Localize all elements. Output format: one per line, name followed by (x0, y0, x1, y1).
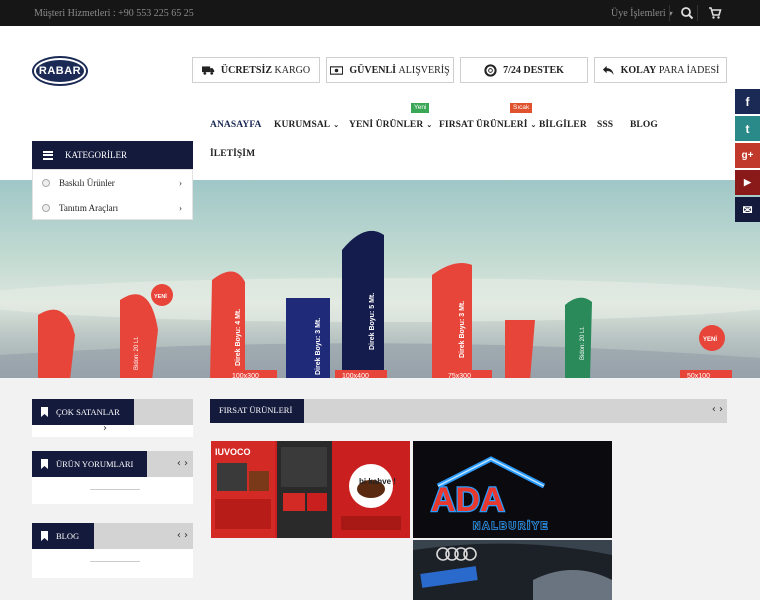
carousel-arrows[interactable]: ‹ › (177, 458, 188, 469)
categories-list: Baskılı Ürünler › Tanıtım Araçları › (32, 169, 193, 220)
carousel-arrows[interactable]: ‹ › (712, 404, 723, 415)
menu-icon (43, 150, 53, 160)
nav-new-products[interactable]: YENİ ÜRÜNLER ⌄ (349, 120, 432, 130)
bookmark-icon (41, 459, 48, 469)
product-brand: ADA (431, 481, 505, 519)
cart-icon[interactable] (708, 6, 722, 20)
product-card-car[interactable] (413, 540, 612, 600)
categories-title: KATEGORİLER (65, 150, 127, 160)
banner-flag-text: Direk Boyu: 3 Mt. (459, 301, 466, 358)
deals-tab[interactable]: FIRSAT ÜRÜNLERİ (210, 399, 304, 423)
chevron-right-icon: › (179, 178, 182, 188)
chevron-down-icon: ⌄ (333, 121, 340, 129)
nav-blog[interactable]: BLOG (630, 120, 658, 130)
feature-support: 7/24 DESTEK (460, 57, 588, 83)
banner-flag-text: Bidon: 20 Lt. (134, 336, 140, 370)
best-sellers-body: › (32, 423, 193, 437)
banner-flag-text: Direk Boyu: 5 Mt. (369, 293, 376, 350)
youtube-icon[interactable]: ▶ (735, 170, 760, 195)
divider (90, 561, 140, 562)
divider (669, 5, 670, 21)
chevron-right-icon[interactable]: › (103, 423, 107, 434)
nav-deals[interactable]: FIRSAT ÜRÜNLERİ ⌄ (439, 120, 536, 130)
bookmark-icon (41, 531, 48, 541)
product-image (413, 540, 612, 600)
product-brand: IUVOCO (215, 447, 251, 457)
feature-label: 7/24 DESTEK (503, 64, 564, 76)
product-slogan: bi kahve ! (359, 477, 396, 486)
category-label: Tanıtım Araçları (59, 202, 119, 213)
hot-badge: Sıcak (510, 103, 533, 113)
category-item-promo[interactable]: Tanıtım Araçları › (33, 195, 192, 220)
new-badge: YENİ (154, 293, 167, 300)
product-image: IUVOCO bi kahve ! (211, 441, 410, 538)
deals-header: FIRSAT ÜRÜNLERİ ‹ › (210, 399, 727, 423)
divider (90, 489, 140, 490)
best-sellers-header: ÇOK SATANLAR (32, 399, 193, 425)
blog-header: BLOG ‹ › (32, 523, 193, 549)
banner-flag-text: Bidon: 20 Lt. (580, 326, 586, 360)
mail-icon[interactable]: ✉ (735, 197, 760, 222)
feature-easy-refund: KOLAY PARA İADESİ (594, 57, 727, 83)
new-badge: YENİ (703, 336, 717, 343)
category-label: Baskılı Ürünler (59, 177, 115, 188)
chevron-down-icon: ⌄ (530, 121, 537, 129)
nav-faq[interactable]: SSS (597, 120, 613, 130)
chevron-down-icon: ⌄ (426, 121, 433, 129)
banner-flag-text: Direk Boyu: 3 Mt. (315, 318, 322, 375)
nav-contact[interactable]: İLETİŞİM (210, 149, 255, 159)
bullet-icon (42, 203, 50, 212)
nav-home[interactable]: ANASAYFA (210, 120, 261, 130)
feature-label: KOLAY PARA İADESİ (620, 64, 720, 76)
member-menu[interactable]: Üye İşlemleri ▾ (611, 8, 673, 19)
customer-service-phone: Müşteri Hizmetleri : +90 553 225 65 25 (34, 8, 194, 19)
best-sellers-tab[interactable]: ÇOK SATANLAR (32, 399, 134, 425)
divider (697, 5, 698, 21)
product-card-brochure[interactable]: IUVOCO bi kahve ! (211, 441, 410, 538)
feature-free-shipping: ÜCRETSİZ KARGO (192, 57, 320, 83)
twitter-icon[interactable]: t (735, 116, 760, 141)
logo-text: RABAR (36, 60, 84, 82)
top-bar: Müşteri Hizmetleri : +90 553 225 65 25 Ü… (0, 0, 760, 26)
carousel-arrows[interactable]: ‹ › (177, 530, 188, 541)
category-item-printed[interactable]: Baskılı Ürünler › (33, 170, 192, 195)
product-card-neon[interactable]: ADA NALBURİYE (413, 441, 612, 538)
googleplus-icon[interactable]: g+ (735, 143, 760, 168)
categories-header[interactable]: KATEGORİLER (32, 141, 193, 169)
search-icon[interactable] (680, 6, 694, 20)
chevron-right-icon: › (179, 203, 182, 213)
money-icon (330, 65, 344, 75)
facebook-icon[interactable]: f (735, 89, 760, 114)
feature-secure-shopping: GÜVENLİ ALIŞVERİŞ (326, 57, 454, 83)
bullet-icon (42, 178, 50, 187)
truck-icon (201, 65, 215, 75)
banner-flag-text: Direk Boyu: 4 Mt. (235, 309, 242, 366)
feature-label: GÜVENLİ ALIŞVERİŞ (349, 64, 450, 76)
product-image: ADA NALBURİYE (430, 456, 549, 533)
nav-info[interactable]: BİLGİLER (539, 120, 587, 130)
site-logo[interactable]: RABAR (32, 56, 88, 86)
reviews-body (32, 477, 193, 504)
reviews-tab[interactable]: ÜRÜN YORUMLARI (32, 451, 147, 477)
return-icon (602, 65, 614, 75)
blog-tab[interactable]: BLOG (32, 523, 94, 549)
product-subtitle: NALBURİYE (473, 519, 549, 532)
member-menu-label: Üye İşlemleri (611, 8, 666, 19)
blog-body (32, 549, 193, 578)
nav-corporate[interactable]: KURUMSAL ⌄ (274, 120, 339, 130)
reviews-header: ÜRÜN YORUMLARI ‹ › (32, 451, 193, 477)
bookmark-icon (41, 407, 48, 417)
lifebuoy-icon (484, 63, 497, 77)
new-badge: Yeni (411, 103, 430, 113)
feature-label: ÜCRETSİZ KARGO (220, 64, 311, 76)
